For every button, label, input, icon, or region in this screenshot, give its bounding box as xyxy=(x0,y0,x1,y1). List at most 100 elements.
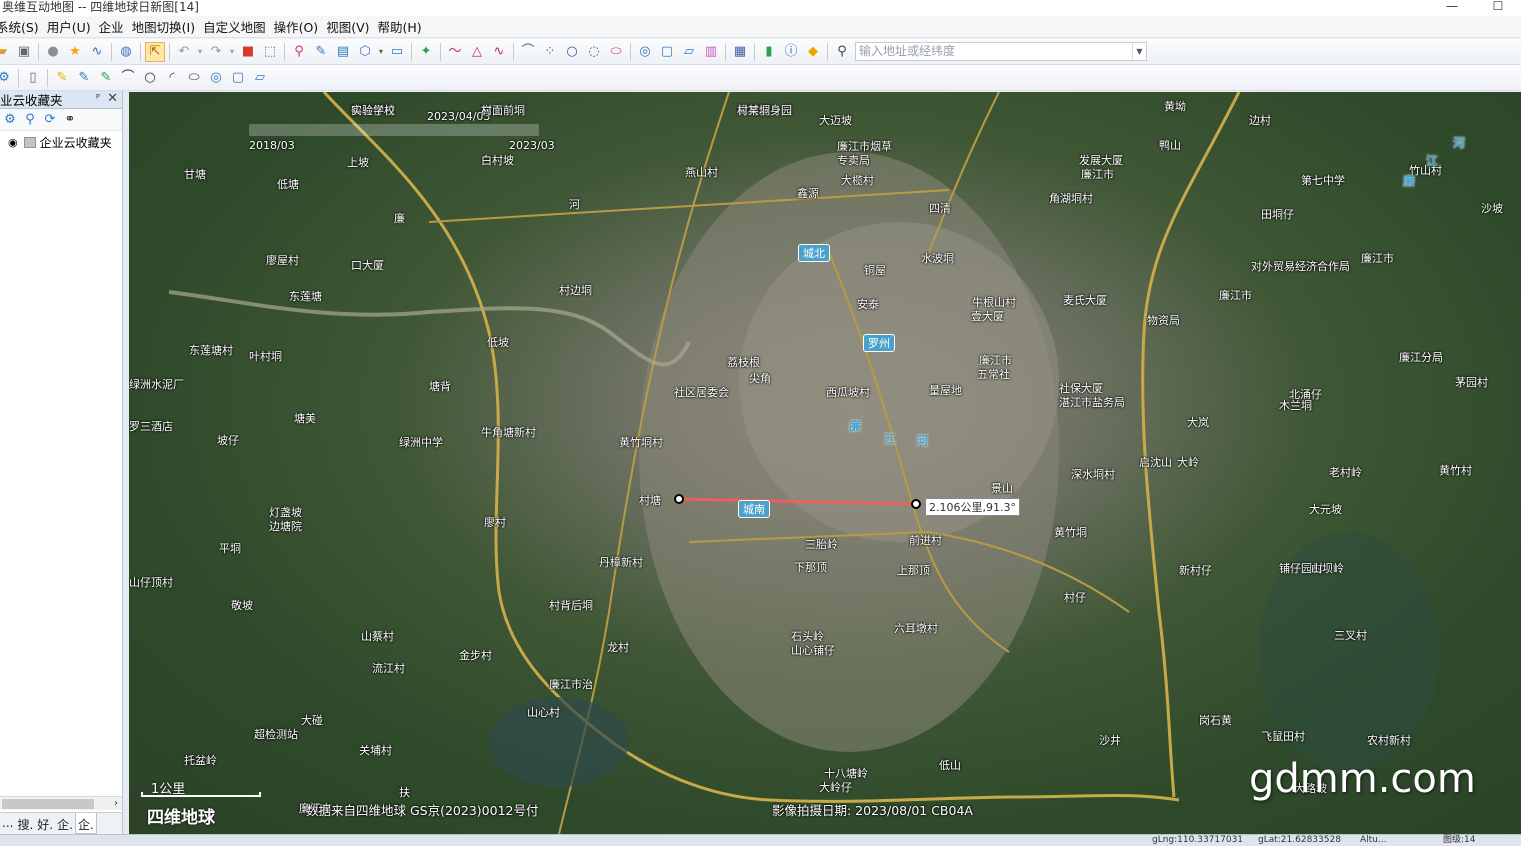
box-select-icon[interactable]: ⬚ xyxy=(260,42,280,62)
select-tool-icon[interactable]: ⇱ xyxy=(145,41,165,62)
line-tool-icon[interactable]: ⌒ xyxy=(118,68,138,88)
green-pin-icon[interactable]: ✎ xyxy=(96,68,116,88)
route-icon[interactable]: ∿ xyxy=(87,42,107,62)
minimize-button[interactable]: — xyxy=(1429,0,1475,16)
menu-enterprise[interactable]: 企业 xyxy=(99,17,132,36)
video-icon[interactable]: ▭ xyxy=(387,42,407,62)
close-icon[interactable]: ✕ xyxy=(107,91,118,106)
measure-start-point[interactable] xyxy=(674,494,684,504)
curve-icon[interactable]: ∿ xyxy=(489,42,509,62)
address-search-input[interactable]: 输入地址或经纬度 ▼ xyxy=(855,42,1147,61)
title-bar: 奥维互动地图 -- 四维地球日新图[14] — ☐ xyxy=(0,0,1521,16)
document-icon[interactable]: ▯ xyxy=(23,68,43,88)
place-label: 丹樟新村 xyxy=(599,556,643,569)
table-icon[interactable]: ▦ xyxy=(730,42,750,62)
place-label: 廉江市 xyxy=(1081,168,1114,181)
settings-icon[interactable]: ⚙ xyxy=(1,110,19,130)
eye-icon[interactable]: ◉ xyxy=(8,136,18,149)
refresh-icon[interactable]: ⟳ xyxy=(41,110,59,130)
horizontal-scrollbar[interactable]: › xyxy=(0,796,122,810)
undo-dropdown-icon[interactable]: ▾ xyxy=(196,42,204,62)
place-label: 大迈坡 xyxy=(819,114,852,127)
region-book-icon[interactable]: ▱ xyxy=(679,42,699,62)
timeline-date-2023[interactable]: 2023/03 xyxy=(509,139,555,152)
shape-tool-icon[interactable]: ▱ xyxy=(250,68,270,88)
menu-help[interactable]: 帮助(H) xyxy=(378,17,430,36)
circle-icon[interactable]: ○ xyxy=(562,42,582,62)
ring-tool-icon[interactable]: ◎ xyxy=(206,68,226,88)
diamond-icon[interactable]: ◆ xyxy=(803,42,823,62)
attach-icon[interactable]: ⚭ xyxy=(61,110,79,130)
tab-friends[interactable]: 好. xyxy=(35,813,55,834)
tab-enterprise-favorites[interactable]: 企. xyxy=(74,813,97,834)
user-icon[interactable]: ● xyxy=(43,42,63,62)
undo-icon[interactable]: ↶ xyxy=(174,42,194,62)
timeline-date-2018[interactable]: 2018/03 xyxy=(249,139,295,152)
settings-icon[interactable]: ⚙ xyxy=(0,68,14,88)
pin-icon[interactable]: ᴾ xyxy=(96,92,100,105)
menu-custom-map[interactable]: 自定义地图 xyxy=(203,17,274,36)
tab-more[interactable]: ... xyxy=(0,813,15,834)
barcode-icon[interactable]: ▥ xyxy=(701,42,721,62)
save-icon[interactable]: ▣ xyxy=(14,42,34,62)
search-icon[interactable]: ⚲ xyxy=(832,42,852,62)
search-icon[interactable]: ⚲ xyxy=(21,110,39,130)
place-label: 新村仔 xyxy=(1179,564,1212,577)
place-label: 塘美 xyxy=(294,412,316,425)
info-icon[interactable]: ⓘ xyxy=(781,42,801,62)
place-label: 河 xyxy=(569,198,580,211)
pin-marker-icon[interactable]: ⚲ xyxy=(289,42,309,62)
chevron-down-icon[interactable]: ▼ xyxy=(1132,43,1146,60)
tree-item-enterprise-favorites[interactable]: ◉ 企业云收藏夹 xyxy=(0,133,122,151)
region-circle-icon[interactable]: ◎ xyxy=(635,42,655,62)
pushpin-icon[interactable]: ✦ xyxy=(416,42,436,62)
layer-icon[interactable]: ▤ xyxy=(333,42,353,62)
favorite-star-icon[interactable]: ★ xyxy=(65,42,85,62)
place-label: 关埔村 xyxy=(359,744,392,757)
menu-map-switch[interactable]: 地图切换(I) xyxy=(132,17,203,36)
square-tool-icon[interactable]: ▢ xyxy=(228,68,248,88)
redo-icon[interactable]: ↷ xyxy=(206,42,226,62)
place-label: 沙坡 xyxy=(1481,202,1503,215)
delete-icon[interactable]: ■ xyxy=(238,42,258,62)
measure-end-point[interactable] xyxy=(911,499,921,509)
tab-enterprise[interactable]: 企. xyxy=(55,813,75,834)
arc-tool-icon[interactable]: ◜ xyxy=(162,68,182,88)
open-folder-icon[interactable]: ▰ xyxy=(0,42,12,62)
menu-system[interactable]: 系统(S) xyxy=(0,17,47,36)
ellipse-icon[interactable]: ⬭ xyxy=(606,42,626,62)
ellipse-tool-icon[interactable]: ⬭ xyxy=(184,68,204,88)
arc-icon[interactable]: ⌒ xyxy=(518,42,538,62)
circle-tool-icon[interactable]: ○ xyxy=(140,68,160,88)
imagery-timeline[interactable] xyxy=(249,124,539,136)
menu-user[interactable]: 用户(U) xyxy=(47,17,99,36)
toolbar-separator xyxy=(18,68,19,87)
globe-icon[interactable]: ◍ xyxy=(116,42,136,62)
scrollbar-thumb[interactable] xyxy=(2,799,94,809)
polyline-icon[interactable]: 〜 xyxy=(445,42,465,62)
maximize-button[interactable]: ☐ xyxy=(1475,0,1521,16)
toolbar-separator xyxy=(411,42,412,61)
blue-pin-icon[interactable]: ✎ xyxy=(74,68,94,88)
region-square-icon[interactable]: ▢ xyxy=(657,42,677,62)
points-icon[interactable]: ⁘ xyxy=(540,42,560,62)
map-canvas[interactable]: 2023/04/03 2018/03 2023/03 城北 罗州 城南 廉 江 … xyxy=(129,92,1521,834)
polygon-tool-icon[interactable]: ⬡ xyxy=(355,42,375,62)
polygon-dropdown-icon[interactable]: ▾ xyxy=(377,42,385,62)
arc-sector-icon[interactable]: ◌ xyxy=(584,42,604,62)
triangle-icon[interactable]: △ xyxy=(467,42,487,62)
place-label: 白村坡 xyxy=(481,154,514,167)
menu-view[interactable]: 视图(V) xyxy=(326,17,377,36)
status-zoom-level: 图级:14 xyxy=(1443,835,1476,845)
yellow-pin-icon[interactable]: ✎ xyxy=(52,68,72,88)
place-label: 六耳墩村 xyxy=(894,622,938,635)
place-label: 绿洲水泥厂 xyxy=(129,378,184,391)
ruler-icon[interactable]: ✎ xyxy=(311,42,331,62)
expressway xyxy=(1141,92,1241,798)
tab-search[interactable]: 搜. xyxy=(15,813,35,834)
chat-icon[interactable]: ▮ xyxy=(759,42,779,62)
redo-dropdown-icon[interactable]: ▾ xyxy=(228,42,236,62)
menu-operation[interactable]: 操作(O) xyxy=(274,17,327,36)
scroll-right-icon[interactable]: › xyxy=(114,797,118,811)
status-longitude: gLng:110.33717031 xyxy=(1152,835,1244,845)
